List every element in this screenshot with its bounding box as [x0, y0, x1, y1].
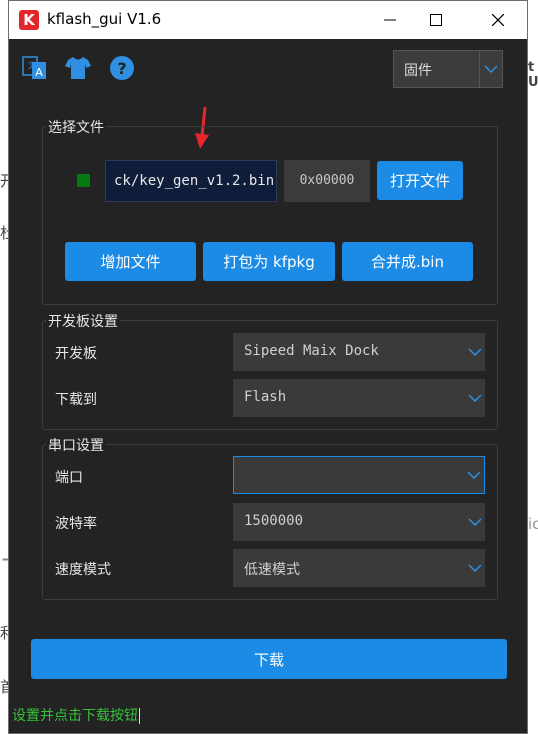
- baud-select[interactable]: 1500000: [233, 503, 485, 541]
- title-bar[interactable]: K kflash_gui V1.6: [9, 1, 527, 39]
- background-fragment: t U: [528, 60, 538, 90]
- firmware-select[interactable]: 固件: [393, 50, 503, 88]
- firmware-select-value: 固件: [404, 63, 432, 79]
- baud-select-value: 1500000: [244, 513, 304, 529]
- port-label: 端口: [55, 470, 83, 486]
- file-path-input[interactable]: ck/key_gen_v1.2.bin: [105, 160, 277, 202]
- open-file-button[interactable]: 打开文件: [377, 161, 463, 200]
- close-icon: [492, 14, 504, 26]
- chevron-down-icon: [465, 549, 485, 587]
- skin-icon[interactable]: [65, 55, 91, 81]
- file-enable-checkbox[interactable]: [77, 174, 90, 187]
- minimize-button[interactable]: [367, 5, 413, 35]
- chevron-down-icon: [479, 51, 502, 87]
- maximize-button[interactable]: [413, 5, 459, 35]
- chevron-down-icon: [465, 379, 485, 417]
- status-message: 设置并点击下载按钮: [12, 705, 140, 725]
- status-text: 设置并点击下载按钮: [12, 708, 138, 724]
- file-group-legend: 选择文件: [46, 117, 106, 137]
- download-to-select[interactable]: Flash: [233, 379, 485, 417]
- baud-label: 波特率: [55, 516, 97, 532]
- app-logo-icon: K: [19, 10, 39, 30]
- merge-bin-button[interactable]: 合并成.bin: [342, 242, 473, 281]
- download-to-label: 下载到: [55, 392, 97, 408]
- address-input[interactable]: 0x00000: [284, 160, 370, 202]
- board-label: 开发板: [55, 346, 97, 362]
- kflash-window: K kflash_gui V1.6 A 文 ? 固件 选择文件 ck/key_g…: [8, 0, 528, 734]
- serial-group-legend: 串口设置: [46, 435, 106, 455]
- board-select[interactable]: Sipeed Maix Dock: [233, 333, 485, 371]
- download-to-select-value: Flash: [244, 389, 287, 405]
- port-select[interactable]: [233, 456, 485, 494]
- background-fragment: ic: [528, 515, 538, 533]
- download-button[interactable]: 下载: [31, 639, 507, 679]
- board-group-legend: 开发板设置: [46, 311, 120, 331]
- svg-text:文: 文: [28, 60, 36, 70]
- chevron-down-icon: [465, 333, 485, 371]
- svg-text:?: ?: [117, 59, 126, 78]
- speed-mode-select-value: 低速模式: [244, 562, 300, 578]
- language-icon[interactable]: A 文: [22, 55, 48, 81]
- maximize-icon: [430, 14, 442, 26]
- svg-text:A: A: [35, 66, 43, 79]
- add-file-button[interactable]: 增加文件: [65, 242, 196, 281]
- minimize-icon: [384, 19, 396, 21]
- text-cursor: [139, 708, 140, 724]
- speed-mode-label: 速度模式: [55, 562, 111, 578]
- close-button[interactable]: [475, 5, 521, 35]
- pack-kfpkg-button[interactable]: 打包为 kfpkg: [203, 242, 335, 281]
- chevron-down-icon: [465, 503, 485, 541]
- help-icon[interactable]: ?: [109, 55, 135, 81]
- speed-mode-select[interactable]: 低速模式: [233, 549, 485, 587]
- board-select-value: Sipeed Maix Dock: [244, 343, 379, 359]
- chevron-down-icon: [464, 457, 484, 493]
- window-title: kflash_gui V1.6: [47, 10, 162, 28]
